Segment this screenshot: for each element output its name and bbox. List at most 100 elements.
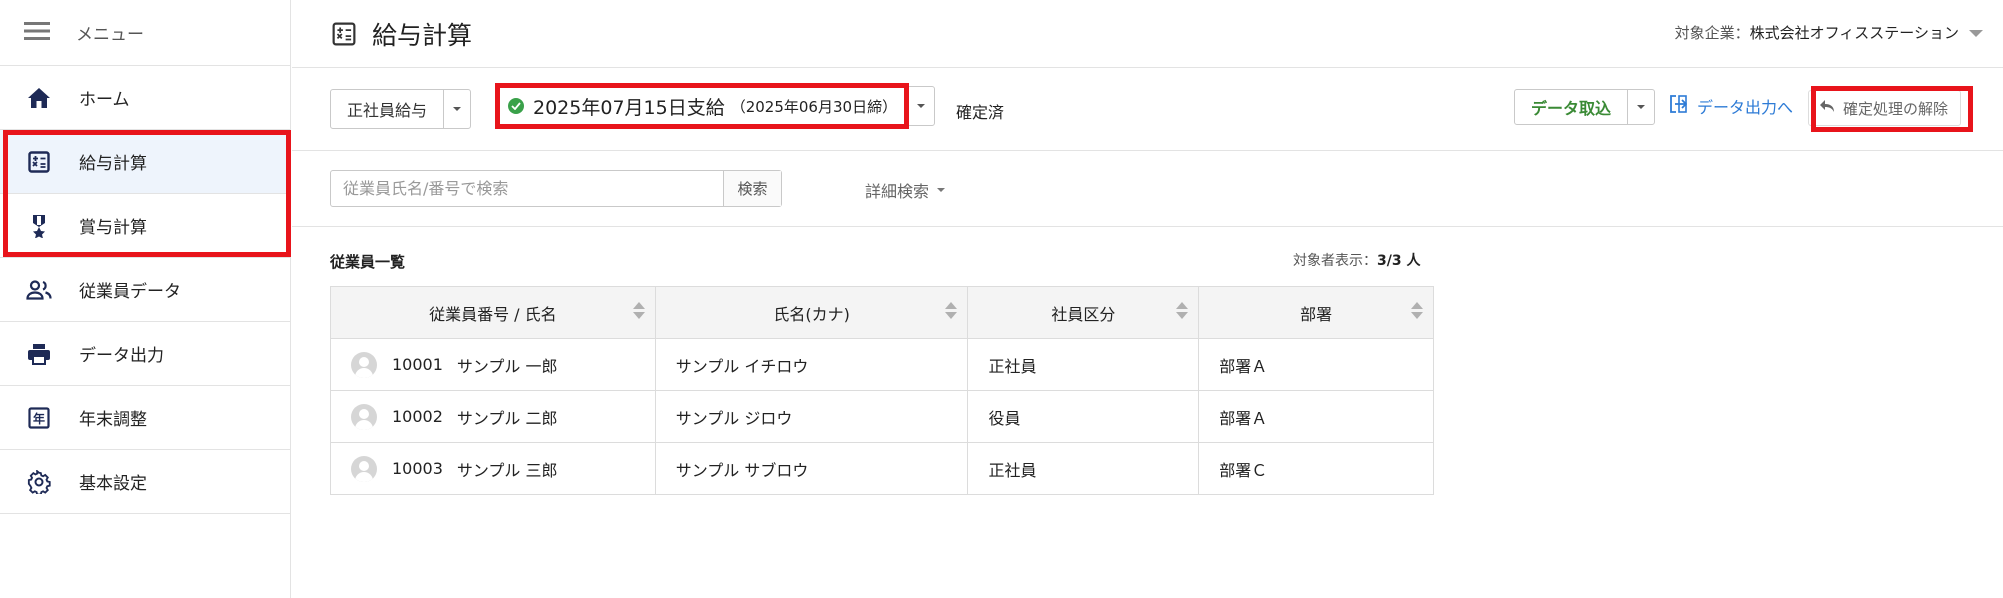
sort-icon[interactable] [1176, 302, 1189, 322]
gear-icon [26, 469, 52, 495]
data-export-link[interactable]: データ出力へ [1669, 94, 1793, 118]
calculator-icon [332, 22, 356, 46]
reply-arrow-icon [1819, 99, 1835, 117]
table-row[interactable]: 10003 サンプル 三郎 サンプル サブロウ 正社員 部署Ｃ [330, 442, 1434, 495]
chevron-down-icon [1637, 105, 1645, 109]
pay-period-dropdown[interactable] [908, 87, 934, 125]
sort-icon[interactable] [945, 302, 958, 322]
app-root: メニュー ホーム 給与計算 賞与計算 従業員データ データ出力 年 年末調整 基… [0, 0, 2003, 598]
avatar [351, 351, 377, 378]
sidebar-item-label: データ出力 [79, 346, 164, 366]
avatar [351, 403, 377, 430]
employee-name[interactable]: サンプル 二郎 [457, 405, 558, 429]
employee-dept: 部署Ｃ [1198, 442, 1434, 495]
release-confirmation-button[interactable]: 確定処理の解除 [1807, 90, 1961, 126]
payroll-type-label[interactable]: 正社員給与 [331, 90, 445, 128]
employee-kana: サンプル イチロウ [654, 338, 969, 391]
column-header-type[interactable]: 社員区分 [967, 286, 1200, 339]
sort-icon[interactable] [632, 302, 645, 322]
sidebar-item-label: ホーム [79, 90, 130, 110]
column-header-employee[interactable]: 従業員番号 / 氏名 [330, 286, 656, 339]
column-header-label: 氏名(カナ) [773, 304, 850, 324]
employee-type: 役員 [967, 390, 1200, 443]
menu-toggle[interactable]: メニュー [0, 0, 290, 66]
employee-kana: サンプル ジロウ [654, 390, 969, 443]
sidebar-item-label: 賞与計算 [79, 218, 147, 238]
sidebar-item-label: 年末調整 [79, 410, 147, 430]
data-import-select[interactable]: データ取込 [1513, 89, 1655, 125]
data-import-dropdown[interactable] [1628, 90, 1654, 124]
data-import-button[interactable]: データ取込 [1515, 90, 1628, 124]
hamburger-icon [24, 21, 50, 45]
column-header-label: 従業員番号 / 氏名 [429, 304, 557, 324]
pay-period-main[interactable]: 2025年07月15日支給 （2025年06月30日締） [496, 87, 909, 125]
column-header-dept[interactable]: 部署 [1198, 286, 1434, 339]
chevron-down-icon [453, 107, 462, 111]
column-header-kana[interactable]: 氏名(カナ) [654, 286, 969, 339]
release-label: 確定処理の解除 [1842, 99, 1948, 118]
sidebar-item-settings[interactable]: 基本設定 [0, 450, 290, 514]
sidebar-item-employees[interactable]: 従業員データ [0, 258, 290, 322]
employee-dept: 部署Ａ [1198, 390, 1434, 443]
employee-number: 10003 [392, 459, 443, 478]
target-count: 対象者表示：3/3 人 [1293, 250, 1420, 270]
sidebar-item-label: 従業員データ [79, 282, 181, 302]
sidebar-item-payroll[interactable]: 給与計算 [0, 130, 290, 194]
page-title: 給与計算 [372, 20, 473, 50]
data-export-label: データ出力へ [1696, 98, 1793, 117]
page-header: 給与計算 対象企業：株式会社オフィスステーション [292, 0, 2003, 68]
home-icon [26, 85, 52, 111]
employee-type: 正社員 [967, 338, 1200, 391]
calculator-icon [26, 149, 52, 175]
target-count-value: 3/3 人 [1377, 253, 1421, 269]
column-header-label: 社員区分 [1051, 304, 1116, 324]
employee-number: 10001 [392, 355, 443, 374]
people-icon [26, 277, 52, 303]
chevron-down-icon [917, 104, 926, 108]
company-selector[interactable]: 対象企業：株式会社オフィスステーション [1675, 22, 1959, 43]
chevron-down-icon [937, 188, 946, 192]
pay-period-select[interactable]: 2025年07月15日支給 （2025年06月30日締） [495, 86, 936, 126]
table-row[interactable]: 10002 サンプル 二郎 サンプル ジロウ 役員 部署Ａ [330, 390, 1434, 443]
search-input[interactable] [331, 171, 723, 206]
menu-label: メニュー [76, 25, 144, 45]
avatar [351, 455, 377, 482]
sidebar-item-export[interactable]: データ出力 [0, 322, 290, 386]
sidebar-item-label: 基本設定 [79, 474, 147, 494]
employee-type: 正社員 [967, 442, 1200, 495]
search-button[interactable]: 検索 [723, 171, 781, 206]
sort-icon[interactable] [1411, 302, 1423, 322]
export-icon [1669, 95, 1688, 117]
award-icon [26, 213, 52, 239]
sidebar-item-bonus[interactable]: 賞与計算 [0, 194, 290, 258]
company-name: 株式会社オフィスステーション [1749, 24, 1959, 42]
table-row[interactable]: 10001 サンプル 一郎 サンプル イチロウ 正社員 部署Ａ [330, 338, 1434, 391]
search-group: 検索 [330, 170, 782, 207]
status-text: 確定済 [956, 103, 1005, 122]
closing-date: （2025年06月30日締） [730, 97, 898, 116]
table-header-row: 従業員番号 / 氏名 氏名(カナ) 社員区分 部署 [330, 286, 1434, 339]
check-circle-icon [508, 98, 524, 114]
employee-list-title: 従業員一覧 [330, 253, 406, 271]
sidebar-item-year-end[interactable]: 年 年末調整 [0, 386, 290, 450]
pay-date: 2025年07月15日支給 [533, 96, 725, 119]
employee-dept: 部署Ａ [1198, 338, 1434, 391]
payroll-type-select[interactable]: 正社員給与 [330, 89, 472, 129]
printer-icon [26, 341, 52, 367]
column-header-label: 部署 [1300, 304, 1333, 324]
sidebar-item-home[interactable]: ホーム [0, 66, 290, 130]
employee-name[interactable]: サンプル 三郎 [457, 457, 558, 481]
advanced-search-toggle[interactable]: 詳細検索 [865, 178, 946, 202]
advanced-search-label: 詳細検索 [865, 182, 930, 201]
sidebar: メニュー ホーム 給与計算 賞与計算 従業員データ データ出力 年 年末調整 基… [0, 0, 291, 598]
chevron-down-icon[interactable] [1969, 30, 1983, 37]
payroll-type-dropdown[interactable] [444, 90, 470, 128]
employee-kana: サンプル サブロウ [654, 442, 969, 495]
search-bar: 検索 詳細検索 [292, 151, 2003, 227]
employee-number: 10002 [392, 407, 443, 426]
target-count-label: 対象者表示： [1293, 253, 1377, 269]
sidebar-item-label: 給与計算 [79, 154, 147, 174]
year-icon: 年 [26, 405, 52, 431]
employee-name[interactable]: サンプル 一郎 [457, 353, 558, 377]
employee-table: 従業員番号 / 氏名 氏名(カナ) 社員区分 部署 10001 サンプル 一郎 サ… [330, 286, 1434, 495]
